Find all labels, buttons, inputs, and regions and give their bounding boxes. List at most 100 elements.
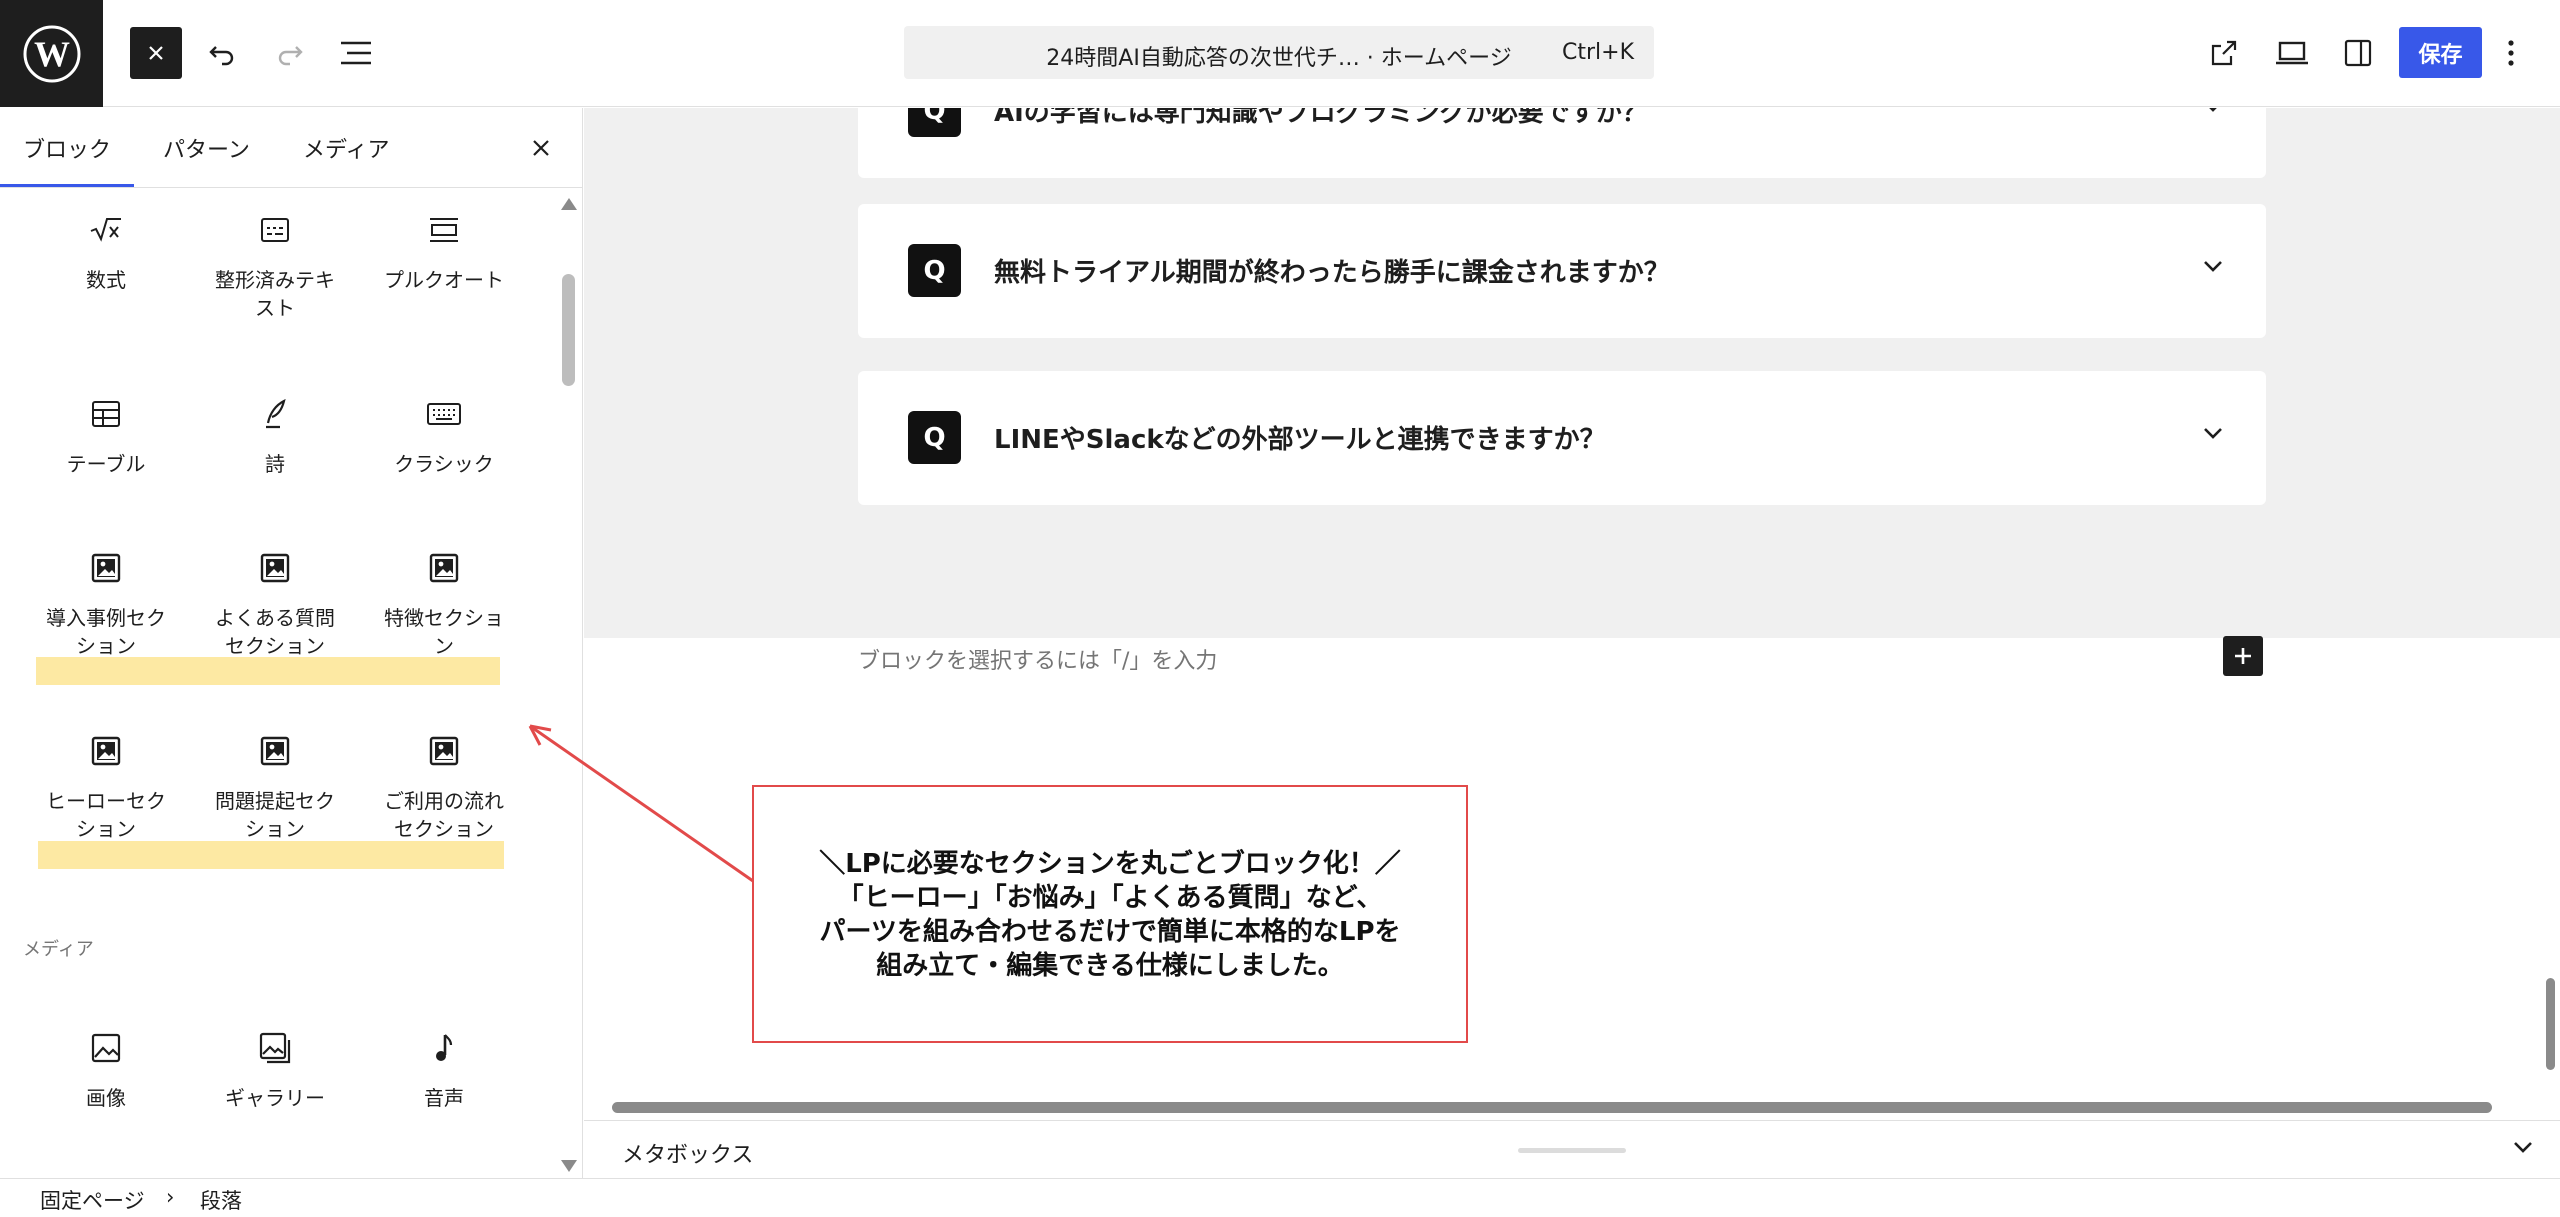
label-highlight — [36, 657, 500, 685]
pattern-block-icon — [21, 731, 191, 771]
faq-item[interactable]: Q 無料トライアル期間が終わったら勝手に課金されますか？ — [858, 204, 2266, 338]
device-preview-button[interactable] — [2266, 27, 2318, 79]
block-gallery[interactable]: ギャラリー — [190, 1028, 360, 1112]
block-faq-section[interactable]: よくある質問 セクション — [190, 548, 360, 660]
block-label: 詩 — [265, 452, 285, 476]
block-label: テーブル — [66, 452, 146, 476]
faq-q-badge: Q — [908, 411, 961, 464]
callout-line: 「ヒーロー」「お悩み」「よくある質問」など、 — [837, 883, 1383, 913]
undo-button[interactable] — [196, 27, 248, 79]
chevron-down-icon[interactable] — [2202, 425, 2224, 444]
save-button[interactable]: 保存 — [2399, 27, 2482, 78]
command-palette-button[interactable]: 24時間AI自動応答の次世代チ… · ホームページ Ctrl+K — [904, 26, 1654, 79]
image-icon — [21, 1028, 191, 1068]
block-placeholder[interactable]: ブロックを選択するには「/」を入力 — [858, 643, 1217, 675]
keyboard-shortcut: Ctrl+K — [1561, 40, 1634, 65]
canvas-vertical-scrollbar[interactable] — [2538, 108, 2560, 1100]
canvas-scroll-thumb[interactable] — [2546, 978, 2555, 1070]
chevron-down-icon[interactable] — [2202, 258, 2224, 277]
chevron-down-icon[interactable] — [2202, 108, 2224, 117]
redo-button[interactable] — [264, 27, 316, 79]
pattern-block-icon — [21, 548, 191, 588]
list-view-icon — [341, 41, 371, 65]
faq-item[interactable]: Q AIの学習には専門知識やプログラミングが必要ですか？ — [858, 108, 2266, 178]
block-breadcrumb: 固定ページ › 段落 — [0, 1178, 2560, 1217]
block-case-study-section[interactable]: 導入事例セク ション — [21, 548, 191, 660]
undo-icon — [209, 46, 234, 66]
breadcrumb-item[interactable]: 固定ページ — [40, 1185, 145, 1215]
pattern-block-icon — [190, 548, 360, 588]
view-page-button[interactable] — [2198, 27, 2250, 79]
inserter-tabs: ブロック パターン メディア — [0, 108, 582, 188]
scroll-up-arrow-icon[interactable] — [561, 198, 577, 210]
block-label: 整形済みテキ スト — [215, 268, 335, 320]
block-problem-section[interactable]: 問題提起セク ション — [190, 731, 360, 843]
block-label: 数式 — [86, 268, 126, 292]
block-hero-section[interactable]: ヒーローセク ション — [21, 731, 191, 843]
options-button[interactable] — [2496, 27, 2526, 79]
block-image[interactable]: 画像 — [21, 1028, 191, 1112]
inserter-scroll-thumb[interactable] — [562, 274, 575, 386]
add-block-button[interactable] — [2223, 636, 2263, 676]
block-table[interactable]: テーブル — [21, 394, 191, 478]
pattern-block-icon — [190, 731, 360, 771]
callout-line: ＼LPに必要なセクションを丸ごとブロック化！／ — [819, 849, 1401, 879]
wordpress-logo-icon[interactable]: W — [0, 0, 103, 107]
pullquote-icon — [359, 210, 529, 250]
block-label: クラシック — [394, 452, 494, 476]
callout-text: ＼LPに必要なセクションを丸ごとブロック化！／ 「ヒーロー」「お悩み」「よくある… — [754, 847, 1466, 983]
close-icon — [149, 46, 163, 60]
block-classic[interactable]: クラシック — [359, 394, 529, 478]
editor-header: W 24時間AI自動応答の次世代チ… · ホームページ Ctrl+K 保存 — [0, 0, 2560, 107]
chevron-right-icon: › — [166, 1185, 175, 1209]
close-inserter-button[interactable] — [130, 27, 182, 79]
metabox-panel[interactable]: メタボックス — [584, 1120, 2560, 1178]
gallery-icon — [190, 1028, 360, 1068]
resize-handle[interactable] — [1518, 1148, 1626, 1153]
preformatted-icon — [190, 210, 360, 250]
table-icon — [21, 394, 191, 434]
close-inserter-button[interactable] — [526, 133, 556, 163]
block-label: 問題提起セク ション — [215, 789, 335, 841]
block-label: 特徴セクショ ン — [384, 606, 504, 658]
tab-media[interactable]: メディア — [303, 132, 389, 164]
tab-patterns[interactable]: パターン — [163, 132, 250, 164]
block-label: ギャラリー — [225, 1086, 325, 1110]
document-title: 24時間AI自動応答の次世代チ… · ホームページ — [1046, 46, 1512, 71]
canvas-horizontal-scroll-thumb[interactable] — [612, 1102, 2492, 1113]
close-icon — [533, 140, 549, 156]
plus-icon — [2235, 648, 2251, 664]
desktop-icon — [2276, 41, 2308, 65]
chevron-down-icon[interactable] — [2512, 1139, 2534, 1158]
pattern-block-icon — [359, 731, 529, 771]
tab-blocks[interactable]: ブロック — [0, 132, 135, 187]
settings-sidebar-button[interactable] — [2332, 27, 2384, 79]
editor-canvas: Q AIの学習には専門知識やプログラミングが必要ですか？ Q 無料トライアル期間… — [584, 108, 2560, 1120]
callout-line: パーツを組み合わせるだけで簡単に本格的なLPを — [819, 917, 1401, 947]
block-preformatted[interactable]: 整形済みテキ スト — [190, 210, 360, 322]
faq-question: 無料トライアル期間が終わったら勝手に課金されますか？ — [994, 258, 1670, 288]
faq-question: LINEやSlackなどの外部ツールと連携できますか？ — [994, 425, 1606, 455]
document-overview-button[interactable] — [330, 27, 382, 79]
block-pullquote[interactable]: プルクオート — [359, 210, 529, 294]
scroll-down-arrow-icon[interactable] — [561, 1160, 577, 1172]
breadcrumb-item[interactable]: 段落 — [200, 1185, 242, 1215]
block-audio[interactable]: 音声 — [359, 1028, 529, 1112]
callout-line: 組み立て・編集できる仕様にしました。 — [876, 951, 1344, 981]
verse-icon — [190, 394, 360, 434]
pattern-block-icon — [359, 548, 529, 588]
block-inserter-panel: ブロック パターン メディア 数式 整形済みテキ スト プルクオート テーブル … — [0, 108, 583, 1178]
block-math[interactable]: 数式 — [21, 210, 191, 294]
sidebar-icon — [2344, 39, 2372, 67]
math-icon — [21, 210, 191, 250]
block-flow-section[interactable]: ご利用の流れ セクション — [359, 731, 529, 843]
faq-q-badge: Q — [908, 108, 961, 137]
block-label: プルクオート — [384, 268, 504, 292]
faq-item[interactable]: Q LINEやSlackなどの外部ツールと連携できますか？ — [858, 371, 2266, 505]
metabox-label: メタボックス — [622, 1143, 754, 1168]
external-link-icon — [2211, 40, 2237, 66]
faq-question: AIの学習には専門知識やプログラミングが必要ですか？ — [994, 108, 1648, 128]
block-features-section[interactable]: 特徴セクショ ン — [359, 548, 529, 660]
block-verse[interactable]: 詩 — [190, 394, 360, 478]
block-label: ヒーローセク ション — [46, 789, 166, 841]
